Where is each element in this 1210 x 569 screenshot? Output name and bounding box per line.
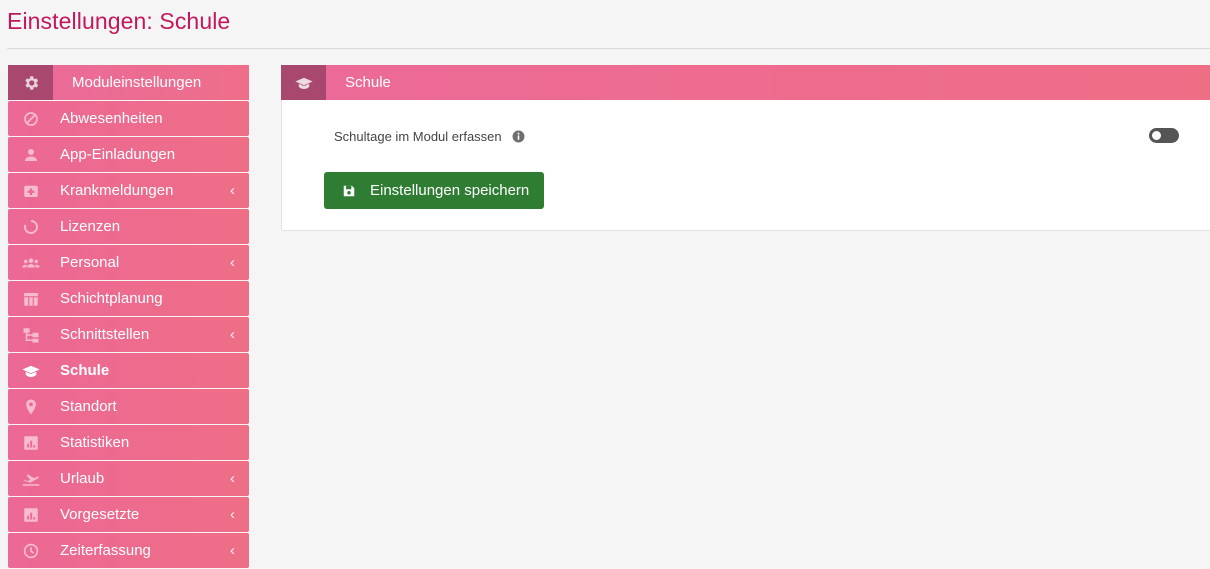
chevron-left-icon: ‹ (230, 254, 235, 271)
sidebar-item-label: Lizenzen (60, 218, 121, 235)
sidebar-item-label: App-Einladungen (60, 146, 176, 163)
ban-icon (21, 109, 41, 129)
medical-kit-icon (21, 181, 41, 201)
save-button-label: Einstellungen speichern (370, 182, 530, 199)
chevron-left-icon: ‹ (230, 506, 235, 523)
sidebar-item-label: Urlaub (60, 470, 105, 487)
clock-icon (21, 541, 41, 561)
sidebar-item-schule[interactable]: Schule (8, 353, 249, 388)
info-icon[interactable] (512, 130, 525, 143)
settings-panel: Schule Schultage im Modul erfassen Einst… (281, 65, 1210, 231)
sidebar-item-label: Krankmeldungen (60, 182, 174, 199)
chart-icon (21, 505, 41, 525)
gear-icon (8, 65, 53, 100)
sidebar-item-label: Abwesenheiten (60, 110, 163, 127)
setting-label: Schultage im Modul erfassen (334, 129, 502, 144)
sidebar-item-schichtplanung[interactable]: Schichtplanung (8, 281, 249, 316)
sitemap-icon (21, 325, 41, 345)
map-marker-icon (21, 397, 41, 417)
user-icon (21, 145, 41, 165)
sidebar-item-label: Vorgesetzte (60, 506, 140, 523)
users-icon (21, 253, 41, 273)
chart-icon (21, 433, 41, 453)
title-divider (7, 48, 1210, 49)
sidebar-item-label: Schichtplanung (60, 290, 163, 307)
panel-header: Schule (281, 65, 1210, 100)
sidebar: Moduleinstellungen Abwesenheiten App-Ein… (8, 65, 249, 569)
sidebar-item-label: Statistiken (60, 434, 130, 451)
sidebar-item-vorgesetzte[interactable]: Vorgesetzte ‹ (8, 497, 249, 532)
sidebar-item-zeiterfassung[interactable]: Zeiterfassung ‹ (8, 533, 249, 568)
sidebar-item-label: Zeiterfassung (60, 542, 151, 559)
floppy-disk-icon (342, 184, 356, 198)
sidebar-item-statistiken[interactable]: Statistiken (8, 425, 249, 460)
sidebar-item-label: Schnittstellen (60, 326, 150, 343)
sidebar-header: Moduleinstellungen (8, 65, 249, 100)
sidebar-item-krankmeldungen[interactable]: Krankmeldungen ‹ (8, 173, 249, 208)
sidebar-item-label: Standort (60, 398, 117, 415)
sidebar-item-abwesenheiten[interactable]: Abwesenheiten (8, 101, 249, 136)
chevron-left-icon: ‹ (230, 470, 235, 487)
sidebar-item-standort[interactable]: Standort (8, 389, 249, 424)
graduation-cap-icon (21, 361, 41, 381)
page-title: Einstellungen: Schule (7, 8, 231, 34)
sidebar-item-label: Schule (60, 362, 110, 379)
chevron-left-icon: ‹ (230, 182, 235, 199)
toggle-knob (1152, 131, 1161, 140)
sidebar-item-schnittstellen[interactable]: Schnittstellen ‹ (8, 317, 249, 352)
chevron-left-icon: ‹ (230, 542, 235, 559)
save-button[interactable]: Einstellungen speichern (324, 172, 544, 209)
schultage-toggle[interactable] (1149, 128, 1179, 143)
panel-title: Schule (345, 74, 391, 91)
sidebar-item-urlaub[interactable]: Urlaub ‹ (8, 461, 249, 496)
chevron-left-icon: ‹ (230, 326, 235, 343)
sidebar-menu: Abwesenheiten App-Einladungen Krankmeldu… (8, 101, 249, 568)
sidebar-header-label: Moduleinstellungen (72, 74, 202, 91)
setting-row: Schultage im Modul erfassen (334, 129, 525, 144)
calendar-table-icon (21, 289, 41, 309)
graduation-cap-icon (281, 65, 326, 100)
sidebar-item-lizenzen[interactable]: Lizenzen (8, 209, 249, 244)
sidebar-item-personal[interactable]: Personal ‹ (8, 245, 249, 280)
circle-notch-icon (21, 217, 41, 237)
plane-departure-icon (21, 469, 41, 489)
sidebar-item-label: Personal (60, 254, 120, 271)
sidebar-item-app-einladungen[interactable]: App-Einladungen (8, 137, 249, 172)
